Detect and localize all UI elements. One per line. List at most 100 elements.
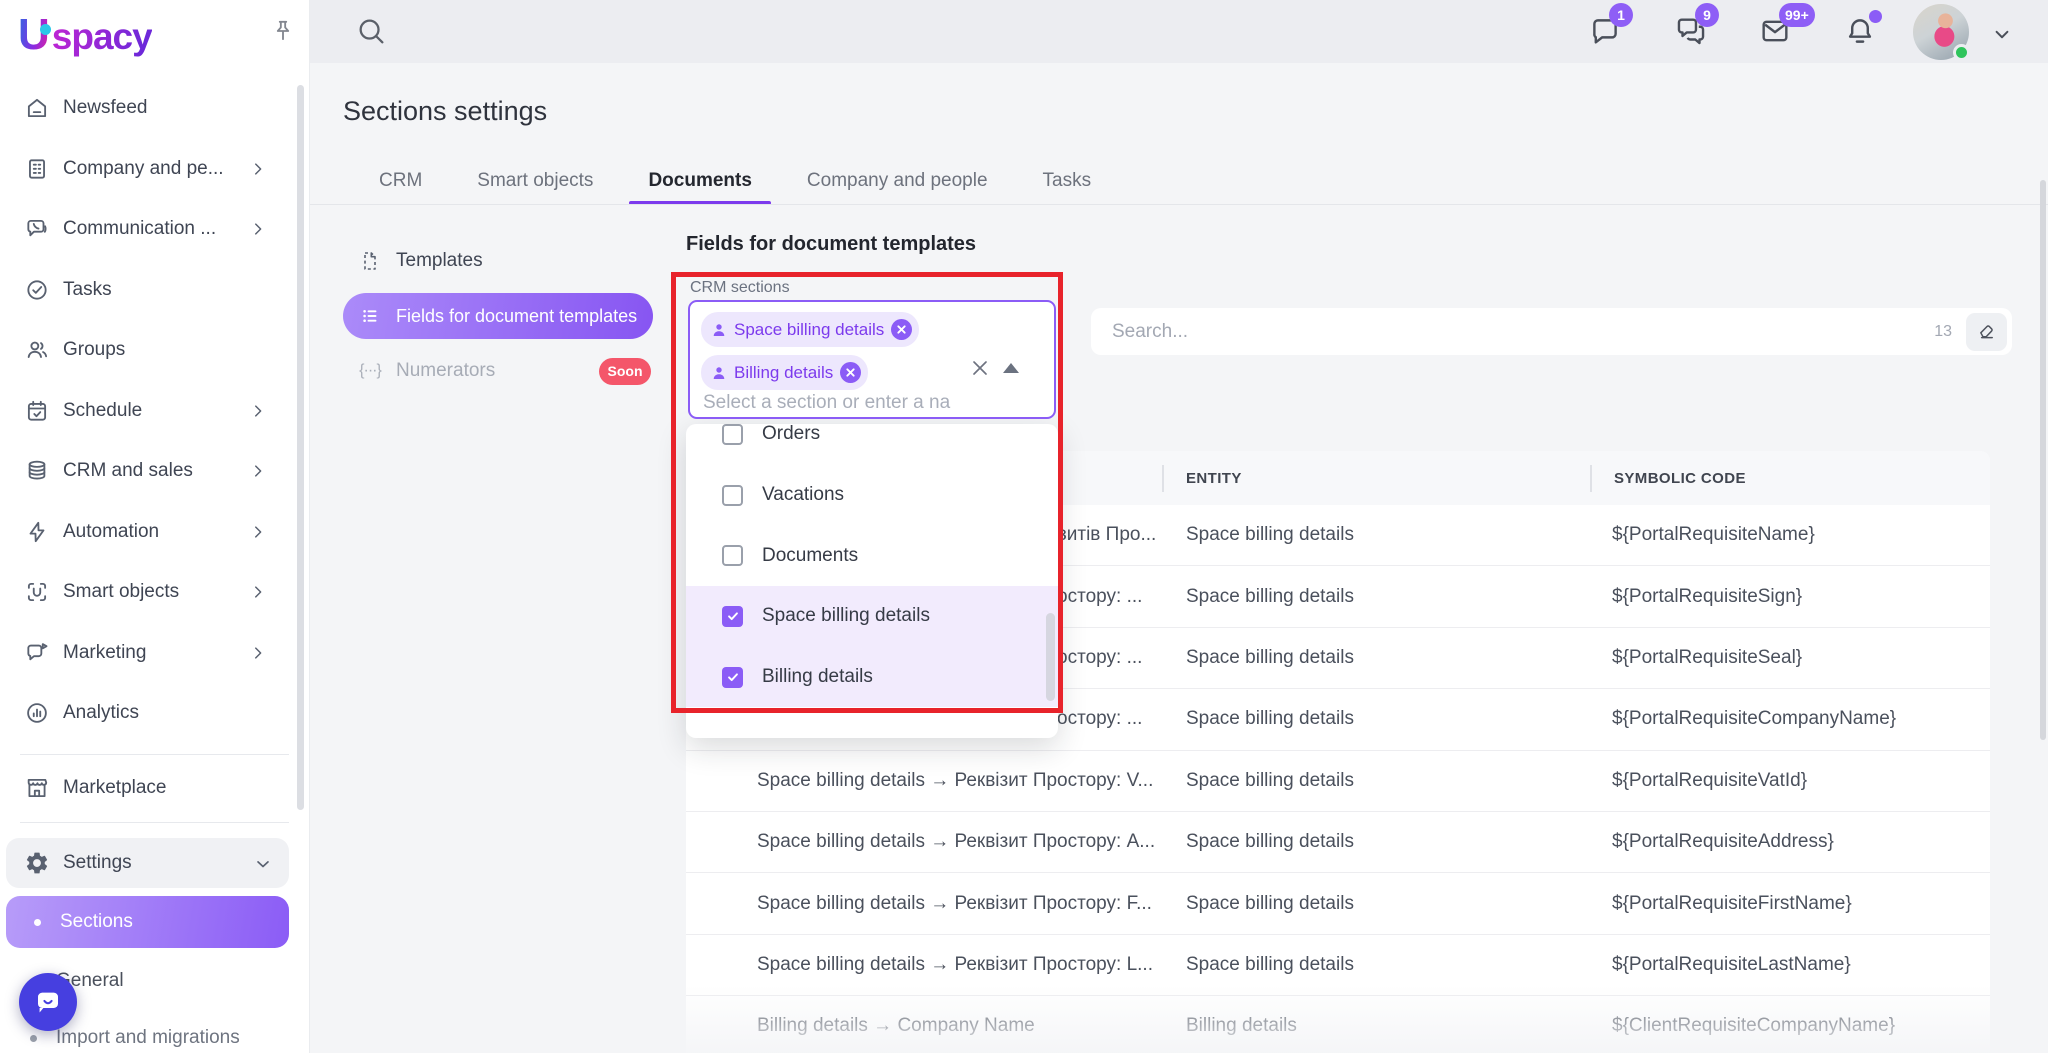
support-chat-button[interactable] xyxy=(19,973,77,1031)
clear-search-button[interactable] xyxy=(1966,312,2007,351)
option-vacations[interactable]: Vacations xyxy=(686,465,1058,526)
checkbox-unchecked[interactable] xyxy=(722,545,743,567)
clear-selection-icon[interactable] xyxy=(968,356,992,380)
table-row[interactable]: Space billing details → Реквізит Простор… xyxy=(686,751,1990,812)
logo-dot xyxy=(39,24,51,35)
tab-documents[interactable]: Documents xyxy=(629,170,772,205)
sidebar-item-label: Tasks xyxy=(63,278,112,300)
comments-button[interactable]: 1 xyxy=(1588,3,1633,48)
option-label: Space billing details xyxy=(762,605,930,627)
chevron-right-icon xyxy=(249,462,267,480)
braces-icon xyxy=(358,362,382,380)
sidebar: Uspacy Newsfeed Company and pe... Commun… xyxy=(0,0,310,1053)
page-scrollbar[interactable] xyxy=(2040,180,2046,740)
nav-item-templates[interactable]: Templates xyxy=(343,238,653,284)
checkbox-unchecked[interactable] xyxy=(722,484,743,506)
chevron-right-icon xyxy=(249,583,267,601)
sidebar-item-label: Smart objects xyxy=(63,581,180,603)
sidebar-item-sections[interactable]: Sections xyxy=(6,896,289,948)
tab-crm[interactable]: CRM xyxy=(360,170,441,205)
sidebar-item-analytics[interactable]: Analytics xyxy=(0,683,309,744)
sidebar-scrollbar[interactable] xyxy=(297,85,304,810)
option-documents[interactable]: Documents xyxy=(686,525,1058,586)
cell-entity: Space billing details xyxy=(1186,769,1354,791)
cell-entity: Space billing details xyxy=(1186,585,1354,607)
sidebar-item-newsfeed[interactable]: Newsfeed xyxy=(0,78,309,139)
section-heading: Fields for document templates xyxy=(686,233,977,255)
sidebar-item-marketing[interactable]: Marketing xyxy=(0,623,309,684)
table-row[interactable]: Space billing details → Реквізит Простор… xyxy=(686,873,1990,935)
sidebar-item-marketplace[interactable]: Marketplace xyxy=(0,758,309,818)
checkbox-checked[interactable] xyxy=(722,666,743,688)
tab-tasks[interactable]: Tasks xyxy=(1024,170,1111,205)
table-row[interactable]: Space billing details → Реквізит Простор… xyxy=(686,935,1990,997)
chats-badge: 9 xyxy=(1695,3,1719,27)
sidebar-item-label: Schedule xyxy=(63,399,143,421)
avatar[interactable] xyxy=(1913,4,1970,61)
sidebar-item-company-and-people[interactable]: Company and pe... xyxy=(0,139,309,200)
sidebar-item-crm-and-sales[interactable]: CRM and sales xyxy=(0,441,309,502)
main-content: Sections settings CRM Smart objects Docu… xyxy=(310,63,2048,1053)
uspacy-logo[interactable]: Uspacy xyxy=(18,10,153,60)
option-label: Documents xyxy=(762,544,859,566)
option-space-billing-details[interactable]: Space billing details xyxy=(686,586,1058,647)
nav-item-numerators[interactable]: Numerators Soon xyxy=(343,348,653,394)
chip-remove-icon[interactable] xyxy=(891,319,913,340)
dropdown-scrollbar[interactable] xyxy=(1046,613,1055,701)
sidebar-item-automation[interactable]: Automation xyxy=(0,502,309,563)
search-input[interactable] xyxy=(1091,320,1935,343)
checkbox-unchecked[interactable] xyxy=(722,424,743,445)
cell-code: ${PortalRequisiteName} xyxy=(1612,524,1815,546)
tasks-icon xyxy=(24,277,50,303)
sidebar-item-communication[interactable]: Communication ... xyxy=(0,199,309,260)
collapse-caret-icon[interactable] xyxy=(1003,363,1019,373)
person-icon xyxy=(713,323,725,336)
mail-button[interactable]: 99+ xyxy=(1758,3,1815,48)
tab-smart-objects[interactable]: Smart objects xyxy=(458,170,612,205)
sidebar-item-schedule[interactable]: Schedule xyxy=(0,381,309,442)
search-icon[interactable] xyxy=(354,14,388,48)
communication-icon xyxy=(24,216,50,242)
sidebar-item-label: Company and pe... xyxy=(63,157,224,179)
cell-code: ${PortalRequisiteLastName} xyxy=(1612,953,1851,975)
tabs-divider xyxy=(310,204,2048,205)
column-header-entity: ENTITY xyxy=(1162,451,1590,505)
option-orders[interactable]: Orders xyxy=(686,424,1058,465)
chevron-down-icon xyxy=(253,854,273,874)
tab-company-and-people[interactable]: Company and people xyxy=(788,170,1007,205)
cell-entity: Billing details xyxy=(1186,1015,1297,1037)
chevron-right-icon xyxy=(249,402,267,420)
sidebar-item-smart-objects[interactable]: Smart objects xyxy=(0,562,309,623)
crm-sections-multiselect[interactable]: Space billing details Billing details Se… xyxy=(688,300,1056,419)
sidebar-item-label: Groups xyxy=(63,339,126,361)
table-row[interactable]: Billing details → Company Name Billing d… xyxy=(686,996,1990,1053)
cell-name: Space billing details → Реквізит Простор… xyxy=(757,892,1152,914)
selected-chip[interactable]: Space billing details xyxy=(701,312,920,347)
checkbox-checked[interactable] xyxy=(722,605,743,627)
sidebar-item-groups[interactable]: Groups xyxy=(0,320,309,381)
select-input-placeholder[interactable]: Select a section or enter a na xyxy=(703,392,1045,414)
sidebar-item-settings[interactable]: Settings xyxy=(6,838,289,888)
sidebar-item-label: Import and migrations xyxy=(56,1027,240,1048)
option-label: Billing details xyxy=(762,666,873,688)
list-icon xyxy=(358,304,382,328)
smart-objects-icon xyxy=(24,579,50,605)
sidebar-divider xyxy=(20,754,289,755)
nav-item-fields-for-document-templates[interactable]: Fields for document templates xyxy=(343,293,653,339)
chip-remove-icon[interactable] xyxy=(840,362,862,383)
cell-name: Space billing details → Реквізит Простор… xyxy=(757,831,1156,853)
cell-code: ${PortalRequisiteAddress} xyxy=(1612,831,1834,853)
sidebar-item-tasks[interactable]: Tasks xyxy=(0,260,309,321)
option-billing-details[interactable]: Billing details xyxy=(686,646,1058,708)
pin-sidebar-icon[interactable] xyxy=(270,18,296,44)
person-icon xyxy=(713,366,725,379)
notifications-button[interactable] xyxy=(1843,10,1882,48)
nav-item-label: Numerators xyxy=(396,360,496,381)
table-row[interactable]: Space billing details → Реквізит Простор… xyxy=(686,812,1990,874)
cell-name: Space billing details → Реквізит Простор… xyxy=(757,953,1153,975)
nav-item-label: Fields for document templates xyxy=(396,305,638,326)
profile-chevron-down-icon[interactable] xyxy=(1989,21,2015,47)
chats-button[interactable]: 9 xyxy=(1674,3,1719,48)
selected-chip[interactable]: Billing details xyxy=(701,355,869,390)
sidebar-item-label: Newsfeed xyxy=(63,97,148,119)
